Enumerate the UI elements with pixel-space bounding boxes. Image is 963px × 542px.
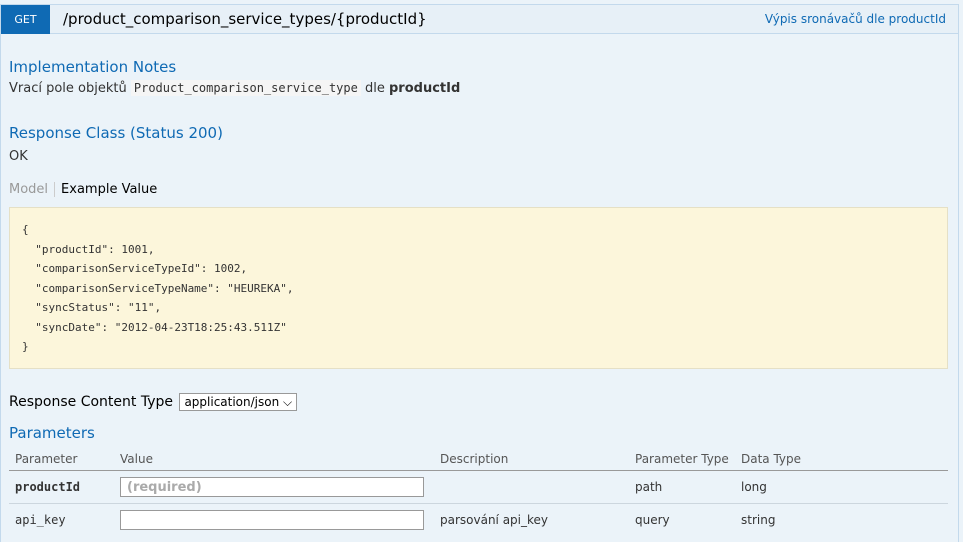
param-type: query — [635, 513, 670, 527]
implementation-notes-title: Implementation Notes — [9, 58, 177, 76]
operation-header[interactable]: GET /product_comparison_service_types/{p… — [0, 4, 959, 34]
parameters-table: Parameter Value Description Parameter Ty… — [9, 447, 948, 536]
notes-code: Product_comparison_service_type — [130, 80, 361, 96]
notes-text-before: Vrací pole objektů — [9, 81, 127, 96]
param-type: path — [629, 470, 735, 504]
response-content-type-select[interactable]: application/json ⌵ — [179, 393, 298, 411]
operation-content: Implementation Notes Vrací pole objektů … — [0, 34, 959, 542]
param-data-type: string — [741, 513, 776, 527]
tab-example-value[interactable]: Example Value — [55, 182, 157, 197]
col-header-parameter-type: Parameter Type — [629, 447, 735, 471]
example-value-box[interactable]: { "productId": 1001, "comparisonServiceT… — [9, 207, 948, 369]
response-status-text: OK — [9, 149, 28, 164]
table-row: api_key parsování api_key query string — [9, 504, 948, 537]
col-header-description: Description — [434, 447, 629, 471]
signature-tabs: Model Example Value — [9, 182, 157, 197]
api-key-input[interactable] — [120, 510, 424, 530]
col-header-parameter: Parameter — [9, 447, 114, 471]
implementation-notes-text: Vrací pole objektů Product_comparison_se… — [9, 80, 461, 96]
parameters-title: Parameters — [9, 424, 95, 442]
param-name: api_key — [15, 513, 66, 527]
param-data-type: long — [735, 470, 948, 504]
response-content-type-label: Response Content Type — [9, 394, 173, 410]
tab-model[interactable]: Model — [9, 182, 56, 197]
parameters-header-row: Parameter Value Description Parameter Ty… — [9, 447, 948, 471]
param-value-cell — [114, 470, 434, 504]
table-row: productId path long — [9, 470, 948, 504]
param-description — [434, 470, 629, 504]
notes-bold: productId — [389, 81, 461, 96]
operation-summary-link[interactable]: Výpis sronávačů dle productId — [765, 5, 946, 34]
param-description: parsování api_key — [440, 513, 549, 527]
param-value-cell — [114, 504, 434, 537]
http-method-badge[interactable]: GET — [1, 5, 50, 34]
response-class-title: Response Class (Status 200) — [9, 124, 223, 142]
param-name: productId — [9, 470, 114, 504]
selected-content-type: application/json — [184, 395, 280, 409]
col-header-data-type: Data Type — [735, 447, 948, 471]
productid-input[interactable] — [120, 477, 424, 497]
endpoint-path[interactable]: /product_comparison_service_types/{produ… — [63, 5, 427, 33]
response-content-type: Response Content Type application/json ⌵ — [9, 393, 298, 411]
notes-text-middle: dle — [364, 81, 385, 96]
chevron-down-icon: ⌵ — [283, 395, 293, 409]
col-header-value: Value — [114, 447, 434, 471]
